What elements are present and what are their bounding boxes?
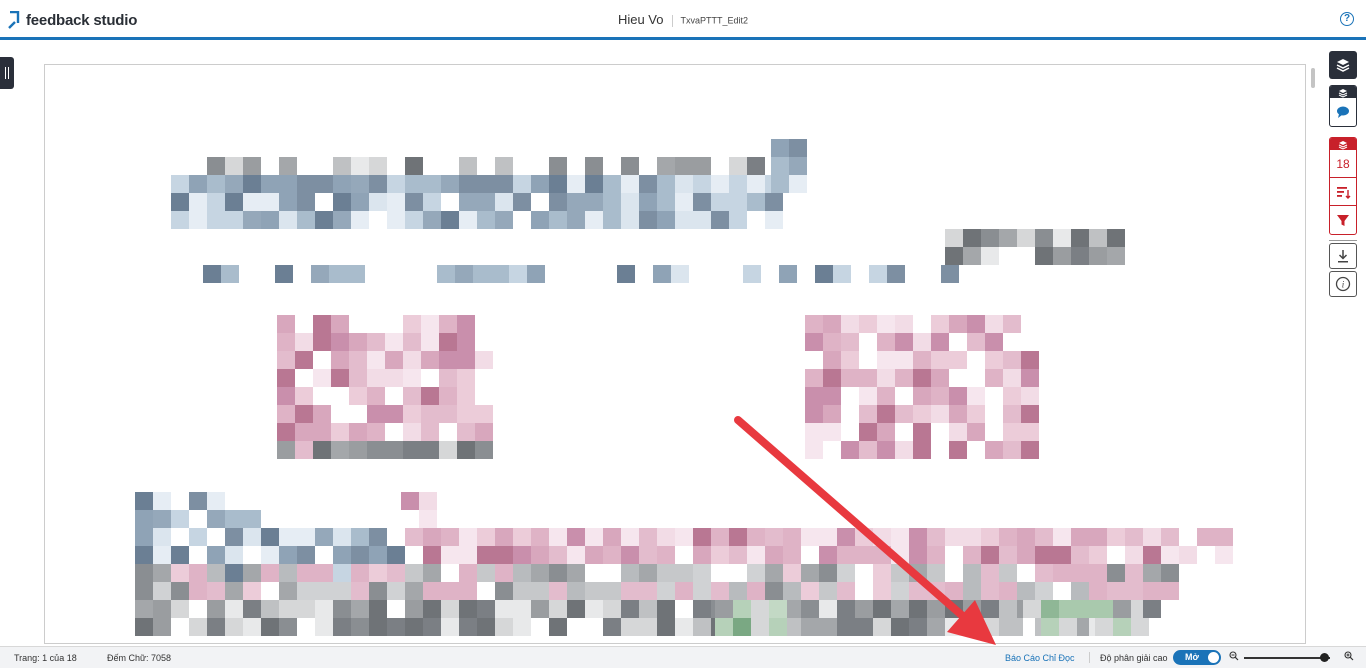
info-button[interactable]: i (1329, 271, 1357, 297)
scrollbar-thumb[interactable] (1311, 68, 1315, 88)
document-title-bar: Hieu Vo TxvaPTTT_Edit2 (0, 12, 1366, 27)
pixelated-document-content (45, 65, 1305, 643)
comment-icon (1337, 106, 1349, 118)
app-header: feedback studio Hieu Vo TxvaPTTT_Edit2 ? (0, 0, 1366, 40)
document-scrollbar[interactable] (1309, 64, 1317, 644)
zoom-slider-knob[interactable] (1320, 653, 1329, 662)
footer-separator (1089, 652, 1090, 663)
panel-handle-icon (5, 67, 9, 79)
feedback-layer-header (1330, 86, 1356, 98)
high-res-toggle[interactable]: Mở (1173, 650, 1221, 665)
zoom-out-icon[interactable] (1229, 651, 1239, 661)
readonly-report-link[interactable]: Báo Cáo Chỉ Đọc (1005, 653, 1075, 663)
info-icon: i (1335, 276, 1351, 292)
layers-button[interactable] (1329, 51, 1357, 79)
similarity-layer-header (1330, 138, 1356, 150)
comments-button[interactable] (1330, 98, 1356, 126)
zoom-slider[interactable] (1244, 657, 1330, 659)
high-res-label: Độ phân giải cao (1100, 653, 1168, 663)
left-panel-toggle[interactable] (0, 57, 14, 89)
zoom-in-icon[interactable] (1344, 651, 1354, 661)
feedback-layer-group[interactable] (1329, 85, 1357, 127)
layers-small-icon (1338, 141, 1348, 150)
help-icon[interactable]: ? (1340, 12, 1354, 26)
similarity-count[interactable]: 18 (1330, 150, 1356, 178)
status-bar: Trang: 1 của 18 Đếm Chữ: 7058 Báo Cáo Ch… (0, 646, 1366, 668)
document-name: TxvaPTTT_Edit2 (680, 15, 749, 26)
word-count: Đếm Chữ: 7058 (107, 653, 172, 663)
filter-button[interactable] (1330, 206, 1356, 234)
toggle-label: Mở (1185, 652, 1199, 662)
download-button[interactable] (1329, 243, 1357, 269)
document-viewer[interactable] (44, 64, 1306, 644)
svg-text:i: i (1342, 280, 1345, 290)
title-separator (671, 14, 673, 27)
author-name: Hieu Vo (617, 12, 664, 27)
download-icon (1338, 250, 1348, 263)
page-info: Trang: 1 của 18 (14, 653, 77, 663)
toolbar-divider (1329, 240, 1357, 241)
toggle-knob (1208, 652, 1219, 663)
similarity-layer-group[interactable]: 18 (1329, 137, 1357, 235)
match-overview-button[interactable] (1330, 178, 1356, 206)
filter-icon (1337, 215, 1349, 226)
layers-icon (1336, 59, 1350, 72)
sort-bars-icon (1337, 187, 1351, 199)
